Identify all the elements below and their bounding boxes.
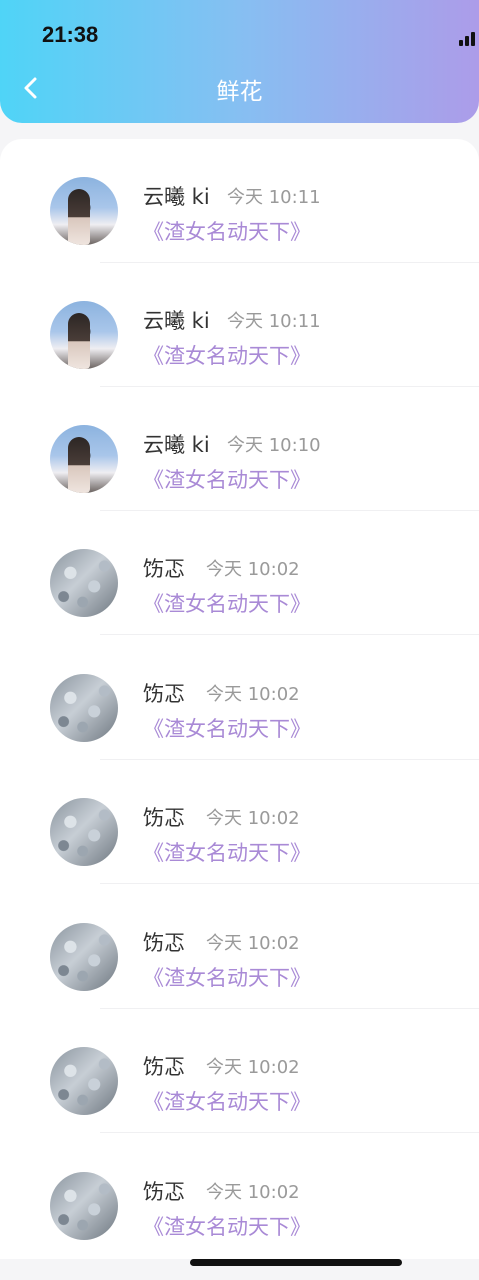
list-item[interactable]: 云曦 ki 今天 10:10 《渣女名动天下》 [0, 387, 479, 511]
divider [100, 634, 479, 635]
timestamp: 今天 10:02 [206, 933, 300, 954]
timestamp: 今天 10:02 [206, 559, 300, 580]
book-title[interactable]: 《渣女名动天下》 [143, 962, 311, 992]
list-item[interactable]: 饬忑 今天 10:02 《渣女名动天下》 [0, 511, 479, 635]
avatar[interactable] [50, 1047, 118, 1115]
avatar[interactable] [50, 674, 118, 742]
avatar[interactable] [50, 177, 118, 245]
timestamp: 今天 10:02 [206, 808, 300, 829]
avatar[interactable] [50, 549, 118, 617]
user-name: 饬忑 [143, 931, 185, 955]
book-title[interactable]: 《渣女名动天下》 [143, 464, 311, 494]
avatar[interactable] [50, 923, 118, 991]
user-name: 云曦 ki [143, 185, 210, 209]
list-item[interactable]: 饬忑 今天 10:02 《渣女名动天下》 [0, 760, 479, 884]
book-title[interactable]: 《渣女名动天下》 [143, 588, 311, 618]
user-name: 云曦 ki [143, 309, 210, 333]
user-name: 饬忑 [143, 1055, 185, 1079]
book-title[interactable]: 《渣女名动天下》 [143, 837, 311, 867]
book-title[interactable]: 《渣女名动天下》 [143, 340, 311, 370]
signal-bars-icon [459, 30, 477, 46]
book-title[interactable]: 《渣女名动天下》 [143, 713, 311, 743]
timestamp: 今天 10:02 [206, 1182, 300, 1203]
book-title[interactable]: 《渣女名动天下》 [143, 216, 311, 246]
user-name: 饬忑 [143, 682, 185, 706]
timestamp: 今天 10:11 [227, 187, 321, 208]
list-item[interactable]: 饬忑 今天 10:02 《渣女名动天下》 [0, 1134, 479, 1258]
list-item[interactable]: 饬忑 今天 10:02 《渣女名动天下》 [0, 636, 479, 760]
divider [100, 883, 479, 884]
user-name: 饬忑 [143, 1180, 185, 1204]
user-name: 饬忑 [143, 557, 185, 581]
list-item[interactable]: 云曦 ki 今天 10:11 《渣女名动天下》 [0, 263, 479, 387]
user-name: 饬忑 [143, 806, 185, 830]
book-title[interactable]: 《渣女名动天下》 [143, 1086, 311, 1116]
avatar[interactable] [50, 301, 118, 369]
timestamp: 今天 10:02 [206, 684, 300, 705]
timestamp: 今天 10:02 [206, 1057, 300, 1078]
avatar[interactable] [50, 425, 118, 493]
flower-list: 云曦 ki 今天 10:11 《渣女名动天下》 云曦 ki 今天 10:11 《… [0, 139, 479, 1259]
home-indicator [190, 1259, 402, 1266]
list-item[interactable]: 饬忑 今天 10:02 《渣女名动天下》 [0, 1009, 479, 1133]
book-title[interactable]: 《渣女名动天下》 [143, 1211, 311, 1241]
timestamp: 今天 10:10 [227, 435, 321, 456]
avatar[interactable] [50, 798, 118, 866]
status-time: 21:38 [42, 22, 99, 47]
divider [100, 1132, 479, 1133]
user-name: 云曦 ki [143, 433, 210, 457]
header-bar: 21:38 鲜花 [0, 0, 479, 123]
page-title: 鲜花 [216, 79, 263, 105]
list-item[interactable]: 饬忑 今天 10:02 《渣女名动天下》 [0, 885, 479, 1009]
avatar[interactable] [50, 1172, 118, 1240]
timestamp: 今天 10:11 [227, 311, 321, 332]
list-item[interactable]: 云曦 ki 今天 10:11 《渣女名动天下》 [0, 139, 479, 263]
